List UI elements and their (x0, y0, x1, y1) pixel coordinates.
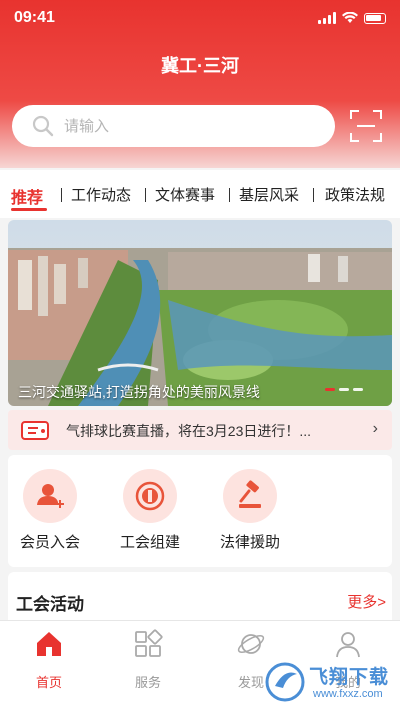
category-tabs: 推荐 工作动态 文体赛事 基层风采 政策法规 (0, 170, 400, 218)
banner-caption: 三河交通驿站,打造拐角处的美丽风景线 (18, 384, 260, 400)
carousel-dot[interactable] (325, 388, 335, 391)
search-bar[interactable] (12, 105, 335, 147)
tab-divider (145, 188, 146, 202)
member-add-icon (23, 469, 77, 523)
tab-recommend[interactable]: 推荐 (11, 184, 43, 208)
tab-divider (229, 188, 230, 202)
tab-active-indicator (11, 208, 47, 211)
tab-policy[interactable]: 政策法规 (325, 184, 385, 205)
search-input[interactable] (64, 115, 314, 137)
carousel-dots (325, 388, 363, 391)
nav-label: 首页 (35, 675, 62, 690)
union-build-icon (123, 469, 177, 523)
chevron-right-icon: › (372, 420, 378, 437)
banner-photo (8, 220, 392, 406)
service-member-join[interactable]: 会员入会 (10, 469, 90, 552)
header: 09:41 冀工·三河 (0, 0, 400, 168)
wifi-icon (342, 12, 358, 23)
notice-bar[interactable]: 气排球比赛直播，将在3月23日进行！... › (8, 410, 392, 450)
service-grid: 会员入会 工会组建 法律援助 (8, 455, 392, 567)
scan-icon[interactable] (349, 109, 383, 143)
service-union-build[interactable]: 工会组建 (110, 469, 190, 552)
signal-icon (318, 12, 336, 24)
status-time: 09:41 (14, 9, 55, 26)
grid-icon (135, 629, 163, 657)
status-icons (318, 12, 386, 24)
service-label: 法律援助 (219, 534, 280, 551)
status-bar: 09:41 (0, 0, 400, 38)
nav-home[interactable]: 首页 (14, 629, 84, 691)
service-legal-aid[interactable]: 法律援助 (210, 469, 290, 552)
tab-divider (61, 188, 62, 202)
watermark-text: 飞翔下载 (309, 667, 390, 688)
battery-icon (364, 12, 386, 24)
watermark-url: www.fxxz.com (313, 688, 383, 700)
notice-text: 气排球比赛直播，将在3月23日进行！... (66, 423, 312, 439)
tab-sports[interactable]: 文体赛事 (155, 184, 215, 205)
broadcast-icon (21, 421, 49, 440)
user-icon (336, 632, 360, 658)
more-link[interactable]: 更多> (347, 591, 386, 612)
service-label: 会员入会 (19, 534, 80, 551)
app-title: 冀工·三河 (161, 56, 239, 76)
search-icon (32, 115, 54, 137)
carousel-dot[interactable] (353, 388, 363, 391)
activity-section: 工会活动 更多> (8, 572, 392, 622)
nav-label: 服务 (134, 675, 161, 690)
watermark: 飞翔下载 www.fxxz.com (265, 658, 395, 708)
gavel-icon (223, 469, 277, 523)
tab-work-news[interactable]: 工作动态 (71, 184, 131, 205)
home-icon (37, 632, 61, 656)
section-title: 工会活动 (16, 595, 84, 614)
watermark-logo-icon (265, 662, 305, 702)
planet-icon (237, 634, 265, 654)
tab-grassroots[interactable]: 基层风采 (239, 184, 299, 205)
nav-services[interactable]: 服务 (113, 629, 183, 691)
banner-image[interactable] (8, 220, 392, 406)
service-label: 工会组建 (119, 534, 180, 551)
carousel-dot[interactable] (339, 388, 349, 391)
tab-divider (313, 188, 314, 202)
